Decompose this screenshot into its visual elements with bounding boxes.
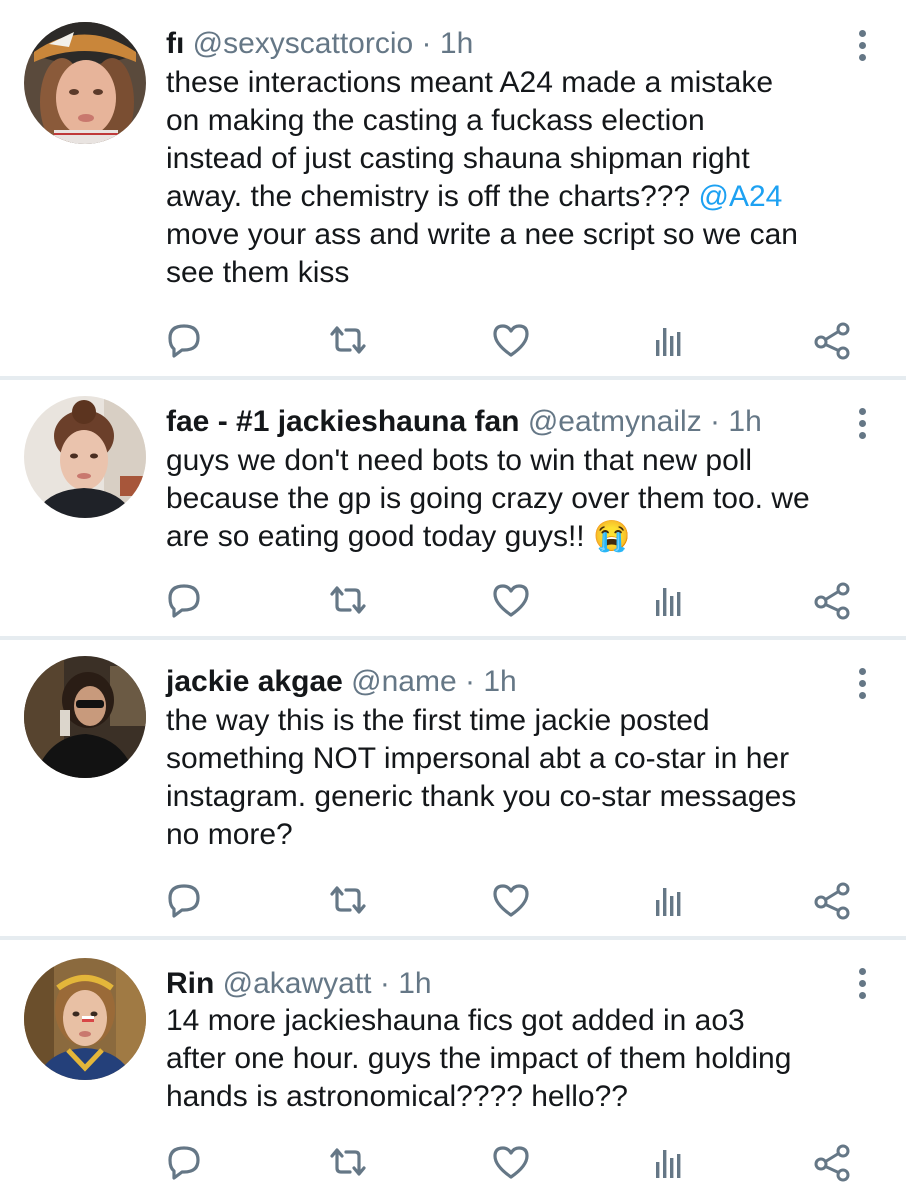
text-line: the way this is the first time jackie po…: [166, 704, 710, 737]
text-line: instagram. generic thank you co-star mes…: [166, 780, 797, 813]
share-icon[interactable]: [810, 878, 854, 922]
analytics-icon[interactable]: [646, 1140, 690, 1184]
timestamp[interactable]: 1h: [728, 405, 761, 438]
handle[interactable]: @name: [351, 665, 457, 698]
avatar[interactable]: [24, 958, 146, 1080]
retweet-icon[interactable]: [326, 1140, 370, 1184]
heart-icon[interactable]: [489, 578, 533, 622]
timestamp[interactable]: 1h: [440, 27, 473, 60]
text-line: something NOT impersonal abt a co-star i…: [166, 742, 790, 775]
heart-icon[interactable]: [489, 878, 533, 922]
reply-icon[interactable]: [162, 578, 206, 622]
retweet-icon[interactable]: [326, 578, 370, 622]
text-segment: away. the chemistry is off the charts???: [166, 180, 699, 213]
separator: ·: [710, 405, 721, 438]
text-segment: are so eating good today guys!!: [166, 520, 593, 553]
more-vertical-icon[interactable]: [856, 968, 868, 1004]
heart-icon[interactable]: [489, 1140, 533, 1184]
timestamp[interactable]: 1h: [398, 967, 431, 1000]
timestamp[interactable]: 1h: [483, 665, 516, 698]
avatar[interactable]: [24, 656, 146, 778]
text-line: no more?: [166, 818, 293, 851]
text-line: because the gp is going crazy over them …: [166, 482, 810, 515]
display-name[interactable]: Rin: [166, 967, 214, 1000]
analytics-icon[interactable]: [646, 318, 690, 362]
display-name[interactable]: fı: [166, 27, 184, 60]
handle[interactable]: @sexyscattorcio: [193, 27, 414, 60]
tweet-text: the way this is the first time jackie po…: [166, 702, 866, 854]
reply-icon[interactable]: [162, 1140, 206, 1184]
more-vertical-icon[interactable]: [856, 30, 868, 66]
separator: ·: [379, 967, 390, 1000]
reply-icon[interactable]: [162, 318, 206, 362]
text-line: move your ass and write a nee script so …: [166, 218, 798, 251]
share-icon[interactable]: [810, 578, 854, 622]
action-bar: [0, 318, 906, 362]
action-bar: [0, 878, 906, 922]
separator: ·: [465, 665, 475, 698]
text-line: 14 more jackieshauna fics got added in a…: [166, 1004, 745, 1037]
tweet[interactable]: jackie akgae @name · 1h the way this is …: [0, 640, 906, 936]
more-vertical-icon[interactable]: [856, 408, 868, 444]
tweet[interactable]: Rin @akawyatt · 1h 14 more jackieshauna …: [0, 940, 906, 1200]
tweet-header: jackie akgae @name · 1h: [166, 662, 517, 702]
tweet[interactable]: fı @sexyscattorcio · 1h these interactio…: [0, 0, 906, 376]
heart-icon[interactable]: [489, 318, 533, 362]
tweet-header: fı @sexyscattorcio · 1h: [166, 24, 473, 64]
handle[interactable]: @eatmynailz: [528, 405, 702, 438]
avatar[interactable]: [24, 22, 146, 144]
crying-emoji: 😭: [592, 520, 631, 553]
analytics-icon[interactable]: [646, 878, 690, 922]
action-bar: [0, 1140, 906, 1184]
more-vertical-icon[interactable]: [856, 668, 868, 704]
mention-link[interactable]: @A24: [698, 180, 782, 213]
text-line: guys we don't need bots to win that new …: [166, 444, 753, 477]
tweet-text: 14 more jackieshauna fics got added in a…: [166, 1002, 866, 1116]
text-line: on making the casting a fuckass election: [166, 104, 705, 137]
text-line: are so eating good today guys!! 😭: [166, 518, 866, 556]
retweet-icon[interactable]: [326, 878, 370, 922]
display-name[interactable]: fae - #1 jackieshauna fan: [166, 405, 520, 438]
text-line: after one hour. guys the impact of them …: [166, 1042, 792, 1075]
handle[interactable]: @akawyatt: [223, 967, 372, 1000]
action-bar: [0, 578, 906, 622]
tweet[interactable]: fae - #1 jackieshauna fan @eatmynailz · …: [0, 380, 906, 636]
share-icon[interactable]: [810, 1140, 854, 1184]
separator: ·: [421, 27, 432, 60]
tweet-text: these interactions meant A24 made a mist…: [166, 64, 866, 292]
text-line: hands is astronomical???? hello??: [166, 1080, 628, 1113]
tweet-text: guys we don't need bots to win that new …: [166, 442, 866, 556]
reply-icon[interactable]: [162, 878, 206, 922]
text-line: instead of just casting shauna shipman r…: [166, 142, 750, 175]
text-line: away. the chemistry is off the charts???…: [166, 178, 866, 216]
retweet-icon[interactable]: [326, 318, 370, 362]
avatar[interactable]: [24, 396, 146, 518]
share-icon[interactable]: [810, 318, 854, 362]
text-line: see them kiss: [166, 256, 350, 289]
tweet-header: Rin @akawyatt · 1h: [166, 964, 432, 1004]
display-name[interactable]: jackie akgae: [166, 665, 343, 698]
tweet-header: fae - #1 jackieshauna fan @eatmynailz · …: [166, 402, 762, 442]
text-line: these interactions meant A24 made a mist…: [166, 66, 774, 99]
analytics-icon[interactable]: [646, 578, 690, 622]
